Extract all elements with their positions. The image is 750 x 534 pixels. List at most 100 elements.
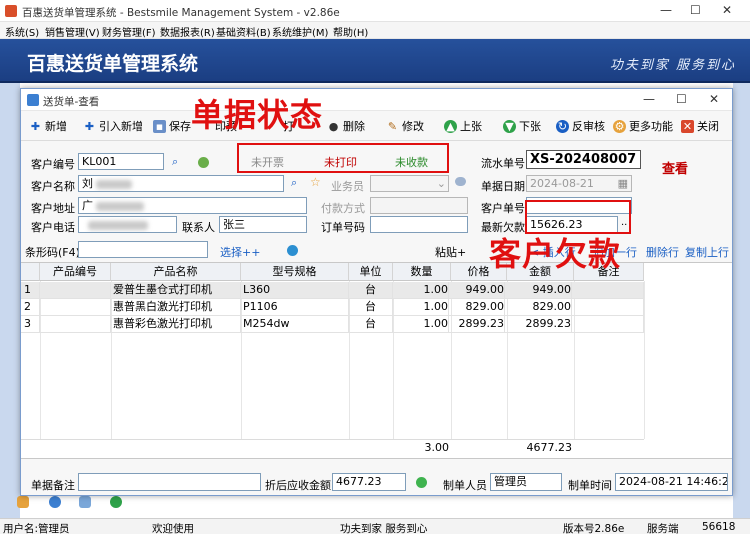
- cell-qty[interactable]: 1.00: [393, 299, 449, 316]
- dialog-close-button[interactable]: ✕: [709, 92, 719, 106]
- delete-button[interactable]: ● 删除: [327, 118, 365, 134]
- folder-icon[interactable]: [17, 496, 29, 508]
- star-icon[interactable]: ☆: [310, 175, 321, 189]
- search-icon[interactable]: ⌕: [291, 176, 297, 190]
- cell-spec[interactable]: M254dw: [243, 316, 349, 333]
- cell-amount[interactable]: 2899.23: [507, 316, 572, 333]
- maximize-button[interactable]: ☐: [690, 3, 701, 17]
- menu-help[interactable]: 帮助(H): [333, 24, 368, 39]
- customer-phone-input[interactable]: [78, 216, 177, 233]
- new-button[interactable]: ✚ 新增: [29, 118, 67, 134]
- edit-button[interactable]: ✎ 修改: [386, 118, 424, 134]
- table-row[interactable]: 1 爱普生墨仓式打印机 L360 台 1.00 949.00 949.00: [21, 282, 644, 299]
- cell-product-name[interactable]: 惠普彩色激光打印机: [113, 316, 241, 333]
- unapprove-button[interactable]: ↻ 反审核: [556, 118, 605, 134]
- serial-no-input[interactable]: XS-202408007: [526, 150, 641, 169]
- table-row[interactable]: 3 惠普彩色激光打印机 M254dw 台 1.00 2899.23 2899.2…: [21, 316, 644, 333]
- status-bar: 用户名:管理员 欢迎使用 功夫到家 服务到心 版本号2.86e 服务端 5661…: [0, 518, 750, 534]
- menu-basic-data[interactable]: 基础资料(B): [216, 24, 271, 39]
- unapprove-icon: ↻: [556, 119, 569, 133]
- prev-button[interactable]: ▲ 上张: [444, 118, 482, 134]
- cell-amount[interactable]: 829.00: [507, 299, 572, 316]
- contact-input[interactable]: 张三: [219, 216, 307, 233]
- cell-remark[interactable]: [574, 282, 644, 299]
- cell-spec[interactable]: P1106: [243, 299, 349, 316]
- created-time-input[interactable]: 2024-08-21 14:46:23: [615, 473, 728, 491]
- status-slogan: 功夫到家 服务到心: [340, 523, 428, 534]
- refresh-icon[interactable]: [110, 496, 122, 508]
- search-icon[interactable]: [79, 496, 91, 508]
- order-no-input[interactable]: [370, 216, 468, 233]
- cell-product-code[interactable]: [40, 316, 111, 333]
- more-functions-button[interactable]: ⚙ 更多功能: [613, 118, 673, 134]
- doc-status-highlight: [237, 143, 449, 173]
- cell-unit[interactable]: 台: [349, 316, 393, 333]
- cell-price[interactable]: 2899.23: [451, 316, 505, 333]
- salesperson-detail-icon[interactable]: [455, 177, 466, 186]
- save-button[interactable]: ▪ 保存: [153, 118, 191, 134]
- salesperson-select[interactable]: ⌄: [370, 175, 449, 192]
- doc-date-input[interactable]: 2024-08-21 ▦: [526, 175, 632, 192]
- cell-remark[interactable]: [574, 299, 644, 316]
- row-number: 1: [24, 282, 40, 299]
- cell-unit[interactable]: 台: [349, 299, 393, 316]
- grid-header-unit[interactable]: 单位: [349, 263, 393, 281]
- paste-button[interactable]: 粘贴+: [435, 244, 466, 260]
- customer-address-input[interactable]: 广: [78, 197, 307, 214]
- cell-price[interactable]: 829.00: [451, 299, 505, 316]
- customer-doc-label: 客户单号: [481, 202, 525, 215]
- menu-maintenance[interactable]: 系统维护(M): [272, 24, 328, 39]
- copy-up-button[interactable]: 复制上行: [685, 244, 729, 260]
- dialog-titlebar: 送货单-查看 — ☐ ✕: [21, 89, 732, 111]
- table-row[interactable]: 2 惠普黑白激光打印机 P1106 台 1.00 829.00 829.00: [21, 299, 644, 316]
- cell-unit[interactable]: 台: [349, 282, 393, 299]
- creator-input[interactable]: 管理员: [490, 473, 562, 491]
- cell-qty[interactable]: 1.00: [393, 316, 449, 333]
- payment-method-select[interactable]: [370, 197, 468, 214]
- menu-finance[interactable]: 财务管理(F): [102, 24, 156, 39]
- app-banner: 百惠送货单管理系统 功夫到家 服务到心: [0, 39, 750, 83]
- cell-qty[interactable]: 1.00: [393, 282, 449, 299]
- dialog-maximize-button[interactable]: ☐: [676, 92, 687, 106]
- grid-header-product-name[interactable]: 产品名称: [111, 263, 241, 281]
- import-new-button[interactable]: ✚ 引入新增: [83, 118, 143, 134]
- cell-remark[interactable]: [574, 316, 644, 333]
- dialog-minimize-button[interactable]: —: [643, 92, 655, 106]
- total-qty: 3.00: [424, 441, 450, 454]
- cell-product-code[interactable]: [40, 299, 111, 316]
- cell-product-name[interactable]: 惠普黑白激光打印机: [113, 299, 241, 316]
- customer-name-input[interactable]: 刘: [78, 175, 284, 192]
- menu-sales[interactable]: 销售管理(V): [45, 24, 100, 39]
- grid-header-spec[interactable]: 型号规格: [241, 263, 349, 281]
- cell-amount[interactable]: 949.00: [507, 282, 572, 299]
- barcode-input[interactable]: [78, 241, 208, 258]
- search-icon[interactable]: ⌕: [172, 155, 178, 169]
- customer-info-icon[interactable]: [198, 157, 209, 168]
- grid-header-qty[interactable]: 数量: [393, 263, 451, 281]
- clock-icon[interactable]: [49, 496, 61, 508]
- creator-label: 制单人员: [443, 479, 487, 492]
- cell-price[interactable]: 949.00: [451, 282, 505, 299]
- redacted-text: [88, 220, 148, 230]
- calendar-icon[interactable]: ▦: [618, 177, 628, 190]
- globe-icon[interactable]: [287, 245, 298, 256]
- remark-label: 单据备注: [31, 479, 75, 492]
- cell-product-name[interactable]: 爱普生墨仓式打印机: [113, 282, 241, 299]
- customer-code-input[interactable]: KL001: [78, 153, 164, 170]
- remark-input[interactable]: [78, 473, 261, 491]
- chevron-down-icon: ⌄: [436, 177, 446, 190]
- close-button[interactable]: ✕: [722, 3, 732, 17]
- after-discount-input[interactable]: 4677.23: [332, 473, 406, 491]
- status-ok-icon: [416, 477, 427, 488]
- menu-system[interactable]: 系统(S): [5, 24, 39, 39]
- minimize-button[interactable]: —: [660, 3, 672, 17]
- menu-reports[interactable]: 数据报表(R): [160, 24, 215, 39]
- close-dialog-button[interactable]: ✕ 关闭: [681, 118, 719, 134]
- grid-header-product-code[interactable]: 产品编号: [40, 263, 111, 281]
- cell-spec[interactable]: L360: [243, 282, 349, 299]
- delete-row-button[interactable]: 删除行: [646, 244, 679, 260]
- next-button[interactable]: ▼ 下张: [503, 118, 541, 134]
- left-toolbar-strip: [0, 83, 20, 519]
- select-link[interactable]: 选择++: [220, 244, 260, 260]
- cell-product-code[interactable]: [40, 282, 111, 299]
